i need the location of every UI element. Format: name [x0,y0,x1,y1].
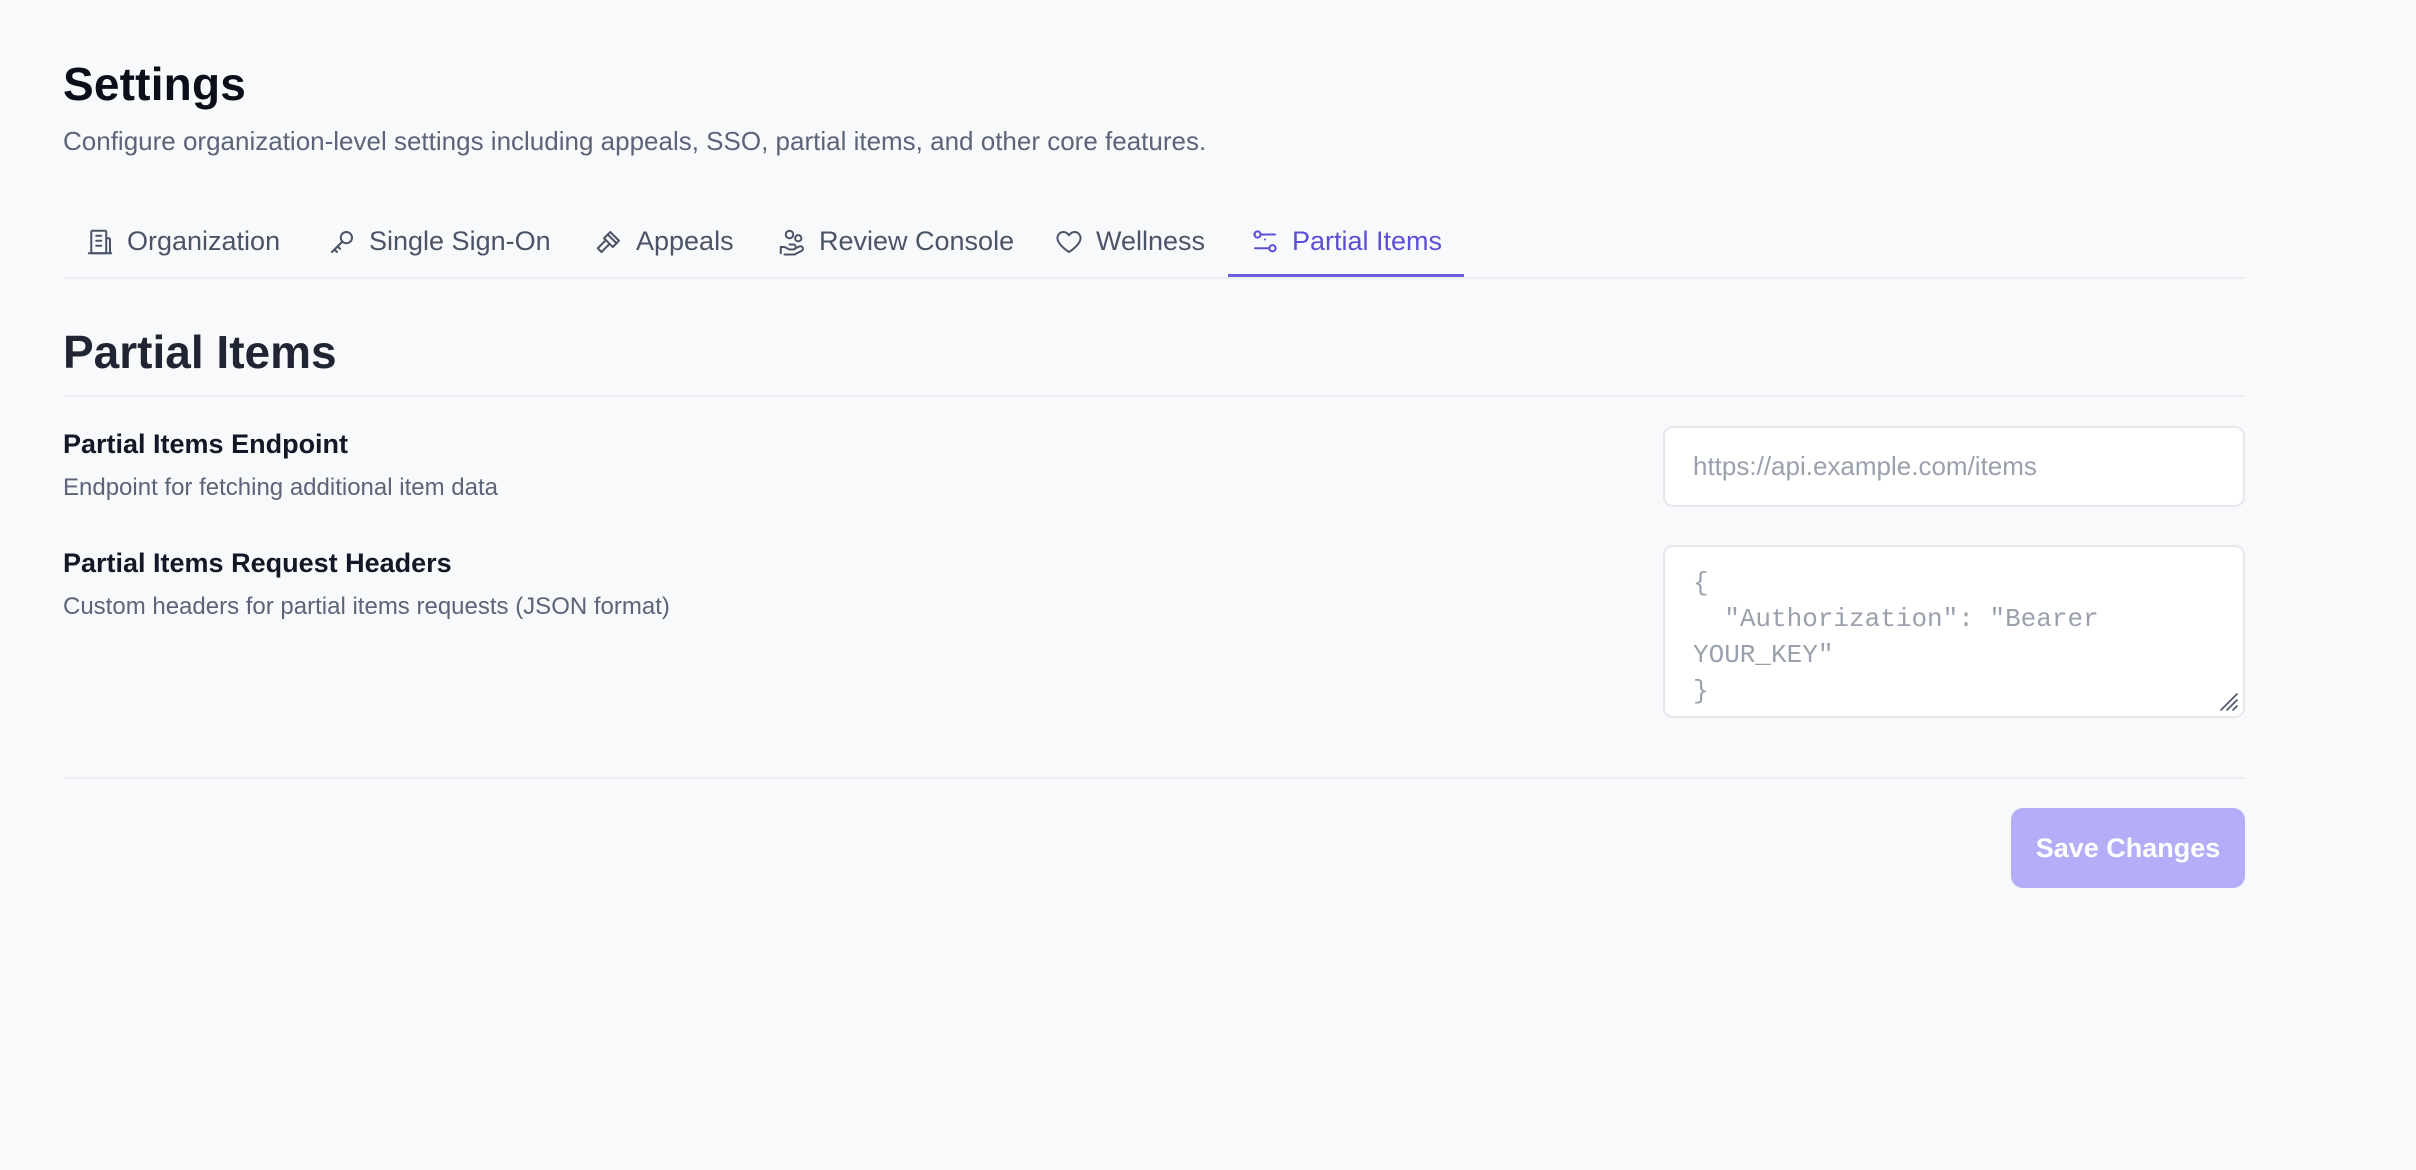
tab-single-sign-on[interactable]: Single Sign-On [327,208,551,275]
save-button[interactable]: Save Changes [2011,808,2245,888]
section-title: Partial Items [63,326,337,378]
tab-review-console-label: Review Console [819,226,1015,256]
headers-help-text: Custom headers for partial items request… [63,593,670,620]
endpoint-label: Partial Items Endpoint [63,429,349,459]
sliders-icon [1253,229,1277,252]
tab-organization-label: Organization [127,226,281,256]
headers-textarea[interactable] [1665,547,2243,716]
gavel-icon [596,230,620,253]
building-icon [87,229,113,254]
tab-single-sign-on-label: Single Sign-On [369,226,551,256]
tab-partial-items[interactable]: Partial Items [1227,208,1465,277]
section-divider [63,395,2245,397]
settings-tabs: Organization Single Sign-On Appeals Revi… [63,208,2245,279]
tab-appeals[interactable]: Appeals [594,208,734,275]
endpoint-help-text: Endpoint for fetching additional item da… [63,474,498,501]
headers-label: Partial Items Request Headers [63,548,452,578]
key-icon [331,230,353,253]
tab-review-console[interactable]: Review Console [777,208,1014,275]
headers-field-box [1663,545,2245,718]
tab-wellness-label: Wellness [1096,226,1206,256]
footer-divider [63,777,2245,779]
page-subtitle: Configure organization-level settings in… [63,126,1207,156]
tab-partial-items-label: Partial Items [1292,226,1443,256]
tab-appeals-label: Appeals [636,226,734,256]
endpoint-input[interactable] [1665,428,2243,505]
hand-coins-icon [779,229,804,255]
resize-handle-icon[interactable] [2217,690,2239,712]
heart-icon [1056,230,1082,253]
tab-wellness[interactable]: Wellness [1054,208,1205,275]
endpoint-field-box [1663,426,2245,507]
page-title: Settings [63,58,247,110]
tab-organization[interactable]: Organization [85,208,280,275]
